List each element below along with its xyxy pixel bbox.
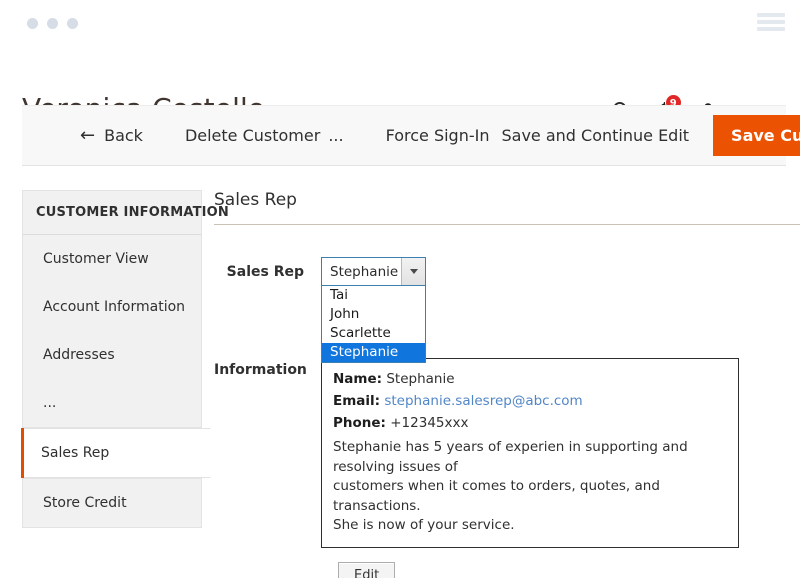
sidebar-item-more[interactable]: ... bbox=[23, 379, 201, 427]
window-dot-2 bbox=[47, 18, 58, 29]
sales-rep-field-row: Sales Rep Stephanie Tai John Scarlette S… bbox=[214, 257, 786, 363]
sidebar-heading: CUSTOMER INFORMATION bbox=[22, 190, 229, 235]
sales-rep-control: Stephanie Tai John Scarlette Stephanie bbox=[321, 257, 426, 363]
information-phone-label: Phone: bbox=[333, 415, 386, 431]
force-signin-button[interactable]: Force Sign-In bbox=[386, 126, 490, 145]
sales-rep-selected-value: Stephanie bbox=[330, 263, 399, 280]
sidebar-item-customer-view[interactable]: Customer View bbox=[23, 235, 201, 283]
back-button-label: Back bbox=[104, 126, 143, 145]
information-name-value: Stephanie bbox=[386, 371, 455, 387]
chevron-down-icon[interactable] bbox=[401, 258, 425, 285]
information-email-label: Email: bbox=[333, 393, 381, 409]
back-arrow-icon: ← bbox=[80, 124, 96, 146]
information-email-link[interactable]: stephanie.salesrep@abc.com bbox=[384, 393, 582, 409]
action-toolbar: ← Back Delete Customer ... Force Sign-In… bbox=[22, 105, 800, 166]
window-chrome bbox=[0, 0, 800, 40]
sales-rep-label: Sales Rep bbox=[226, 264, 304, 280]
hamburger-bar-2 bbox=[757, 20, 785, 24]
save-customer-button[interactable]: Save Customer bbox=[713, 115, 800, 156]
information-name-label: Name: bbox=[333, 371, 383, 387]
information-description-line-1: Stephanie has 5 years of experien in sup… bbox=[333, 439, 688, 475]
information-description-line-3: She is now of your service. bbox=[333, 517, 515, 533]
sidebar-item-account-information[interactable]: Account Information bbox=[23, 283, 201, 331]
information-field-row: Information Name: Stephanie Email: steph… bbox=[214, 358, 786, 548]
dropdown-option-john[interactable]: John bbox=[322, 305, 425, 324]
window-dot-1 bbox=[27, 18, 38, 29]
information-name-line: Name: Stephanie bbox=[333, 368, 727, 390]
information-label: Information bbox=[214, 362, 307, 378]
edit-row: Edit bbox=[338, 561, 786, 578]
dropdown-option-tai[interactable]: Tai bbox=[322, 286, 425, 305]
sidebar-item-addresses[interactable]: Addresses bbox=[23, 331, 201, 379]
sidebar-group-bottom: Store Credit bbox=[22, 478, 202, 528]
hamburger-bar-3 bbox=[757, 27, 785, 31]
sidebar: CUSTOMER INFORMATION Customer View Accou… bbox=[21, 190, 229, 528]
sales-rep-dropdown-list[interactable]: Tai John Scarlette Stephanie bbox=[321, 286, 426, 363]
information-box: Name: Stephanie Email: stephanie.salesre… bbox=[321, 358, 739, 548]
app-window: Veronica Costello 9 bbox=[0, 0, 800, 578]
dropdown-option-scarlette[interactable]: Scarlette bbox=[322, 324, 425, 343]
edit-button[interactable]: Edit bbox=[338, 561, 396, 578]
back-button[interactable]: ← Back bbox=[80, 126, 143, 145]
window-dots bbox=[27, 18, 78, 29]
hamburger-icon[interactable] bbox=[757, 13, 785, 31]
section-divider bbox=[214, 224, 800, 225]
page-header: Veronica Costello 9 bbox=[0, 40, 800, 125]
sales-rep-select[interactable]: Stephanie bbox=[321, 257, 426, 286]
information-phone-line: Phone: +12345xxx bbox=[333, 412, 727, 434]
dropdown-option-stephanie[interactable]: Stephanie bbox=[322, 343, 425, 362]
information-email-line: Email: stephanie.salesrep@abc.com bbox=[333, 390, 727, 412]
sidebar-item-sales-rep[interactable]: Sales Rep bbox=[21, 428, 211, 478]
section-title: Sales Rep bbox=[214, 190, 297, 210]
window-dot-3 bbox=[67, 18, 78, 29]
delete-customer-button[interactable]: Delete Customer bbox=[185, 126, 320, 145]
save-and-continue-edit-button[interactable]: Save and Continue Edit bbox=[501, 126, 689, 145]
sidebar-group-top: Customer View Account Information Addres… bbox=[22, 235, 202, 428]
information-phone-value: +12345xxx bbox=[390, 415, 469, 431]
information-control: Name: Stephanie Email: stephanie.salesre… bbox=[321, 358, 739, 548]
more-actions-button[interactable]: ... bbox=[328, 126, 343, 145]
main-panel: Sales Rep Sales Rep Stephanie Tai John S… bbox=[214, 190, 800, 578]
information-description-line-2: customers when it comes to orders, quote… bbox=[333, 478, 660, 514]
sidebar-item-store-credit[interactable]: Store Credit bbox=[23, 479, 201, 527]
hamburger-bar-1 bbox=[757, 13, 785, 17]
